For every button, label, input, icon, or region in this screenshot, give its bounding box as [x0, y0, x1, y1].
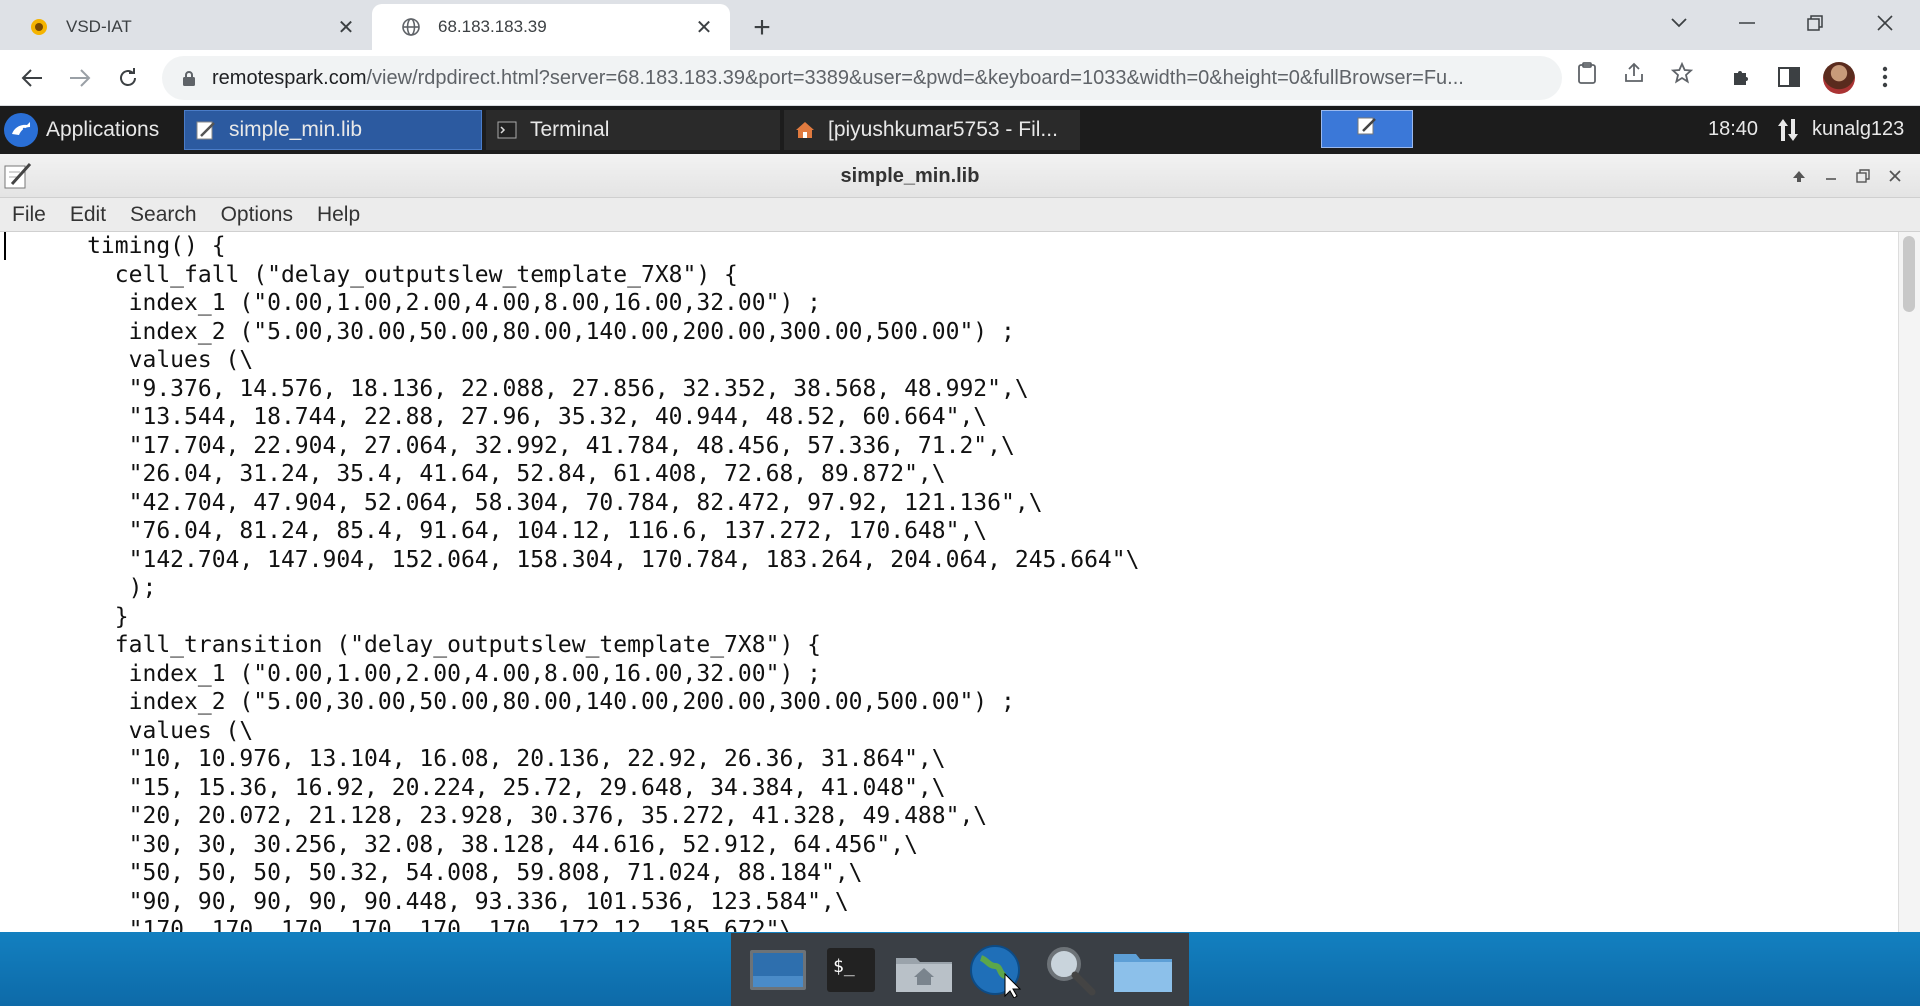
restore-icon[interactable]: [1792, 8, 1838, 38]
extensions-icon[interactable]: [1727, 62, 1757, 92]
url-path: /view/rdpdirect.html?server=68.183.183.3…: [366, 66, 1464, 89]
url-host: remotespark.com: [212, 66, 367, 89]
taskbar-item-label: simple_min.lib: [229, 118, 363, 141]
code-line: index_1 ("0.00,1.00,2.00,4.00,8.00,16.00…: [4, 660, 821, 687]
code-line: "42.704, 47.904, 52.064, 58.304, 70.784,…: [4, 489, 1043, 516]
taskbar-item-label: [piyushkumar5753 - Fil...: [828, 118, 1058, 141]
menu-edit[interactable]: Edit: [58, 203, 118, 227]
tab-vsd-iat[interactable]: VSD-IAT ✕: [0, 4, 372, 50]
code-line: index_2 ("5.00,30.00,50.00,80.00,140.00,…: [4, 318, 1015, 345]
taskbar-item-file-manager[interactable]: [piyushkumar5753 - Fil...: [784, 110, 1080, 150]
address-bar[interactable]: remotespark.com/view/rdpdirect.html?serv…: [162, 56, 1562, 100]
text-editor-icon: [1356, 116, 1378, 142]
bookmark-star-icon[interactable]: [1669, 60, 1695, 86]
code-line: index_1 ("0.00,1.00,2.00,4.00,8.00,16.00…: [4, 290, 821, 316]
web-browser-icon[interactable]: [966, 942, 1028, 998]
editor-menu-bar: File Edit Search Options Help: [0, 198, 1920, 232]
reload-icon[interactable]: [112, 62, 144, 94]
code-line: "17.704, 22.904, 27.064, 32.992, 41.784,…: [4, 432, 1015, 459]
code-line: "50, 50, 50, 50.32, 54.008, 59.808, 71.0…: [4, 860, 863, 886]
code-line: index_2 ("5.00,30.00,50.00,80.00,140.00,…: [4, 689, 1015, 715]
code-line: "30, 30, 30.256, 32.08, 38.128, 44.616, …: [4, 831, 918, 858]
menu-help[interactable]: Help: [305, 203, 372, 227]
code-line: "15, 15.36, 16.92, 20.224, 25.72, 29.648…: [4, 774, 946, 801]
vsd-favicon-icon: [28, 16, 50, 38]
home-folder-icon[interactable]: [893, 942, 955, 998]
code-line: "9.376, 14.576, 18.136, 22.088, 27.856, …: [4, 375, 1029, 402]
bottom-dock: $_: [731, 933, 1189, 1006]
scrollbar-thumb[interactable]: [1903, 236, 1915, 312]
panel-clock[interactable]: 18:40: [1708, 118, 1758, 141]
url-text: remotespark.com/view/rdpdirect.html?serv…: [212, 67, 1562, 90]
tab-title: VSD-IAT: [66, 17, 132, 36]
code-line: "10, 10.976, 13.104, 16.08, 20.136, 22.9…: [4, 746, 946, 772]
code-line: "170, 170, 170, 170, 170, 170, 172.12, 1…: [4, 917, 794, 932]
tab-search-icon[interactable]: [1656, 8, 1702, 38]
close-tab-icon[interactable]: ✕: [692, 15, 716, 39]
side-panel-icon[interactable]: [1774, 62, 1804, 92]
tab-title: 68.183.183.39: [438, 17, 547, 36]
back-arrow-icon[interactable]: [16, 62, 48, 94]
browser-toolbar: remotespark.com/view/rdpdirect.html?serv…: [0, 50, 1920, 106]
new-tab-button[interactable]: +: [744, 10, 780, 46]
search-icon[interactable]: [1039, 942, 1101, 998]
profile-avatar[interactable]: [1823, 62, 1855, 94]
window-close-icon[interactable]: [1879, 164, 1911, 188]
text-editor-area[interactable]: timing() { cell_fall ("delay_outputslew_…: [0, 232, 1898, 932]
code-line: );: [4, 575, 157, 601]
code-line: timing() {: [4, 233, 226, 259]
globe-icon: [400, 16, 422, 38]
close-tab-icon[interactable]: ✕: [334, 15, 358, 39]
taskbar-item-editor[interactable]: simple_min.lib: [184, 110, 482, 150]
code-line: "76.04, 81.24, 85.4, 91.64, 104.12, 116.…: [4, 518, 988, 544]
desktop-icon[interactable]: [747, 942, 809, 998]
menu-options[interactable]: Options: [209, 203, 305, 227]
xfce-logo-icon: [4, 113, 38, 147]
window-minimize-icon[interactable]: [1815, 164, 1847, 188]
code-line: "90, 90, 90, 90, 90.448, 93.336, 101.536…: [4, 888, 849, 915]
menu-file[interactable]: File: [0, 203, 58, 227]
terminal-icon[interactable]: $_: [820, 942, 882, 998]
terminal-icon: [496, 119, 518, 141]
code-line: values (\: [4, 347, 254, 373]
taskbar-item-terminal[interactable]: Terminal: [486, 110, 780, 150]
network-activity-icon[interactable]: [1776, 116, 1800, 144]
text-editor-icon: [195, 119, 217, 141]
code-line: values (\: [4, 717, 254, 744]
code-line: "142.704, 147.904, 152.064, 158.304, 170…: [4, 546, 1140, 573]
taskbar-item-label: Terminal: [530, 118, 610, 141]
more-menu-icon[interactable]: [1870, 62, 1900, 92]
svg-text:$_: $_: [833, 956, 855, 977]
folder-icon[interactable]: [1112, 942, 1174, 998]
close-window-icon[interactable]: [1862, 8, 1908, 38]
applications-menu-button[interactable]: Applications: [4, 112, 159, 148]
show-desktop-button[interactable]: [1321, 110, 1413, 148]
desktop-top-panel: Applications simple_min.lib Terminal [pi…: [0, 106, 1920, 154]
window-controls: [1783, 164, 1911, 188]
code-line: }: [4, 603, 129, 630]
code-line: "13.544, 18.744, 22.88, 27.96, 35.32, 40…: [4, 404, 988, 430]
code-line: "20, 20.072, 21.128, 23.928, 30.376, 35.…: [4, 803, 988, 829]
share-icon[interactable]: [1621, 60, 1647, 86]
lock-icon[interactable]: [180, 69, 198, 87]
code-line: fall_transition ("delay_outputslew_templ…: [4, 632, 821, 658]
minimize-icon[interactable]: [1724, 8, 1770, 38]
code-line: cell_fall ("delay_outputslew_template_7X…: [4, 261, 738, 288]
forward-arrow-icon[interactable]: [64, 62, 96, 94]
menu-search[interactable]: Search: [118, 203, 209, 227]
window-title: simple_min.lib: [840, 165, 980, 187]
browser-tab-bar: VSD-IAT ✕ 68.183.183.39 ✕ +: [0, 0, 1920, 50]
home-folder-icon: [794, 119, 816, 141]
vertical-scrollbar[interactable]: [1898, 232, 1920, 932]
applications-label: Applications: [46, 118, 160, 141]
tab-remote-session[interactable]: 68.183.183.39 ✕: [372, 4, 730, 50]
clipboard-icon[interactable]: [1574, 60, 1600, 86]
panel-user[interactable]: kunalg123: [1812, 118, 1904, 141]
window-up-icon[interactable]: [1783, 164, 1815, 188]
window-maximize-icon[interactable]: [1847, 164, 1879, 188]
code-line: "26.04, 31.24, 35.4, 41.64, 52.84, 61.40…: [4, 461, 946, 487]
window-title-bar[interactable]: simple_min.lib: [0, 154, 1920, 198]
